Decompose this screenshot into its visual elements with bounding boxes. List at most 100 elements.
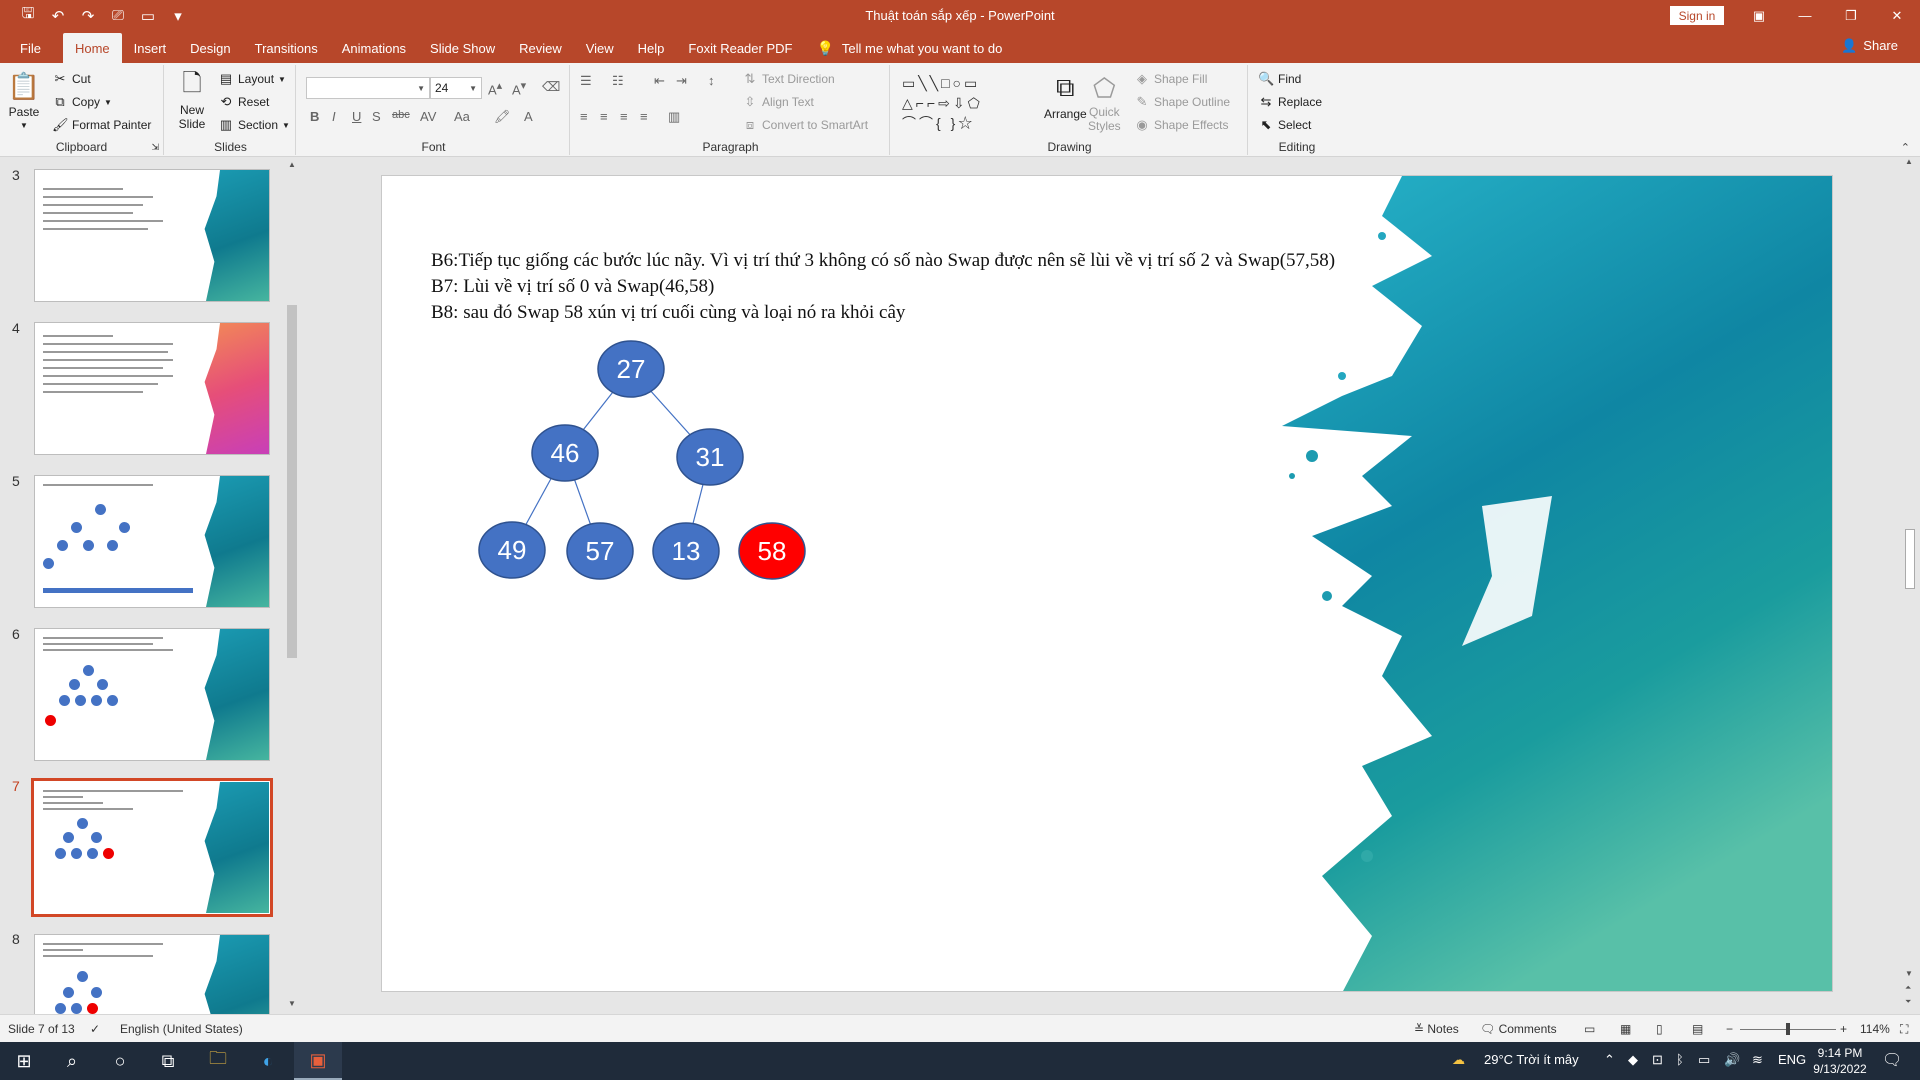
scroll-up-icon[interactable]: ▲ bbox=[286, 160, 298, 172]
ribbon-display-icon[interactable]: ▣ bbox=[1736, 0, 1782, 31]
text-shadow-icon[interactable]: S bbox=[372, 109, 381, 124]
zoom-slider-thumb[interactable] bbox=[1786, 1023, 1790, 1035]
font-color-icon[interactable]: A bbox=[524, 109, 533, 124]
slide-thumbnail[interactable] bbox=[34, 475, 270, 608]
justify-icon[interactable]: ≡ bbox=[640, 109, 648, 124]
scrollbar-thumb[interactable] bbox=[1905, 529, 1915, 589]
underline-icon[interactable]: U bbox=[352, 109, 361, 124]
thumbnail-scrollbar[interactable]: ▲ ▼ bbox=[286, 160, 298, 1011]
paste-button[interactable]: 📋 Paste ▼ bbox=[8, 69, 40, 131]
slide-scrollbar[interactable]: ▲ ▼ ⏶ ⏷ bbox=[1902, 157, 1918, 1014]
tab-file[interactable]: File bbox=[8, 33, 53, 63]
slide-thumbnail[interactable] bbox=[34, 169, 270, 302]
show-hidden-icons-icon[interactable]: ⌃ bbox=[1604, 1052, 1615, 1068]
slideshow-view-icon[interactable]: ▤ bbox=[1692, 1022, 1703, 1036]
language-indicator[interactable]: English (United States) bbox=[120, 1022, 243, 1036]
shape-effects-button[interactable]: ◉ Shape Effects bbox=[1134, 117, 1228, 133]
tab-view[interactable]: View bbox=[574, 33, 626, 63]
customize-qat-icon[interactable]: ▾ bbox=[164, 3, 192, 29]
scroll-up-icon[interactable]: ▲ bbox=[1905, 157, 1913, 166]
file-explorer-icon[interactable]: 🗀 bbox=[194, 1042, 242, 1080]
convert-smartart-button[interactable]: ⧈ Convert to SmartArt bbox=[742, 117, 868, 133]
zoom-level[interactable]: 114% bbox=[1860, 1022, 1890, 1036]
slide-thumbnail-selected[interactable] bbox=[31, 778, 273, 917]
cut-button[interactable]: ✂ Cut bbox=[52, 71, 91, 87]
zoom-in-icon[interactable]: + bbox=[1840, 1022, 1847, 1036]
start-from-beginning-icon[interactable]: ⎚ bbox=[104, 3, 132, 29]
change-case-icon[interactable]: Aa bbox=[454, 109, 470, 124]
numbering-icon[interactable]: ☷ bbox=[612, 73, 624, 89]
text-direction-button[interactable]: ⇅ Text Direction bbox=[742, 71, 835, 87]
minimize-button[interactable]: — bbox=[1782, 0, 1828, 31]
maximize-button[interactable]: ❐ bbox=[1828, 0, 1874, 31]
shapes-gallery[interactable]: ▭╲╲□○▭ △⌐⌐⇨⇩⬠ ⌒⌒{ }☆ bbox=[902, 73, 1032, 137]
clock[interactable]: 9:14 PM 9/13/2022 bbox=[1812, 1045, 1868, 1077]
weather-text[interactable]: 29°C Trời ít mây bbox=[1484, 1052, 1579, 1067]
arrange-button[interactable]: ⧉ Arrange bbox=[1044, 71, 1087, 121]
find-button[interactable]: 🔍 Find bbox=[1258, 71, 1301, 87]
reading-view-icon[interactable]: ▯ bbox=[1656, 1022, 1663, 1036]
tab-home[interactable]: Home bbox=[62, 33, 122, 63]
wifi-icon[interactable]: ≋ bbox=[1752, 1052, 1763, 1068]
tab-help[interactable]: Help bbox=[626, 33, 677, 63]
notifications-icon[interactable]: 🗨 bbox=[1882, 1050, 1902, 1070]
task-view-icon[interactable]: ⧉ bbox=[144, 1042, 192, 1080]
increase-font-size-icon[interactable]: A▴ bbox=[488, 79, 502, 97]
bullets-icon[interactable]: ☰ bbox=[580, 73, 592, 89]
dialog-launcher-icon[interactable]: ⇲ bbox=[151, 142, 159, 153]
increase-indent-icon[interactable]: ⇥ bbox=[676, 73, 687, 89]
tab-transitions[interactable]: Transitions bbox=[243, 33, 330, 63]
slide[interactable]: B6:Tiếp tục giống các bước lúc nãy. Vì v… bbox=[381, 175, 1833, 992]
clear-formatting-icon[interactable]: ⌫ bbox=[542, 79, 560, 95]
next-slide-icon[interactable]: ⏷ bbox=[1905, 997, 1911, 1007]
strikethrough-icon[interactable]: abc bbox=[392, 109, 410, 121]
edge-browser-icon[interactable]: ◐ bbox=[244, 1042, 292, 1080]
line-spacing-icon[interactable]: ↕ bbox=[708, 73, 715, 88]
slide-sorter-icon[interactable]: ▦ bbox=[1620, 1022, 1631, 1036]
comments-button[interactable]: 🗨 Comments bbox=[1480, 1022, 1557, 1036]
select-button[interactable]: ⬉ Select bbox=[1258, 117, 1312, 133]
shape-fill-button[interactable]: ◈ Shape Fill bbox=[1134, 71, 1207, 87]
highlight-icon[interactable]: 🖍 bbox=[494, 109, 511, 125]
scroll-down-icon[interactable]: ▼ bbox=[1905, 969, 1913, 978]
sign-in-button[interactable]: Sign in bbox=[1670, 6, 1724, 25]
close-button[interactable]: ✕ bbox=[1874, 0, 1920, 31]
tab-foxit-reader-pdf[interactable]: Foxit Reader PDF bbox=[676, 33, 804, 63]
battery-icon[interactable]: ▭ bbox=[1698, 1052, 1710, 1068]
input-language[interactable]: ENG bbox=[1778, 1052, 1806, 1067]
weather-icon[interactable]: ☁ bbox=[1452, 1052, 1465, 1068]
network-adapter-icon[interactable]: ⊡ bbox=[1652, 1052, 1663, 1068]
nvidia-icon[interactable]: ◆ bbox=[1628, 1052, 1638, 1068]
cortana-icon[interactable]: ○ bbox=[96, 1042, 144, 1080]
normal-view-icon[interactable]: ▭ bbox=[1584, 1022, 1595, 1036]
layout-button[interactable]: ▤ Layout ▼ bbox=[218, 71, 286, 87]
character-spacing-icon[interactable]: AV bbox=[420, 109, 436, 124]
share-button[interactable]: 👤 Share bbox=[1841, 38, 1898, 54]
bluetooth-icon[interactable]: ᛒ bbox=[1676, 1052, 1684, 1067]
new-slide-button[interactable]: 🗋 New Slide bbox=[176, 69, 208, 132]
copy-button[interactable]: ⧉ Copy ▼ bbox=[52, 94, 112, 110]
tab-design[interactable]: Design bbox=[178, 33, 242, 63]
redo-icon[interactable]: ↷ bbox=[74, 3, 102, 29]
spelling-check-icon[interactable]: ✓ bbox=[90, 1022, 100, 1036]
replace-button[interactable]: ⇆ Replace bbox=[1258, 94, 1322, 110]
decrease-font-size-icon[interactable]: A▾ bbox=[512, 79, 526, 97]
previous-slide-icon[interactable]: ⏶ bbox=[1905, 983, 1911, 993]
shape-outline-button[interactable]: ✎ Shape Outline bbox=[1134, 94, 1231, 110]
font-name-combo[interactable]: ▼ bbox=[306, 77, 430, 99]
tab-animations[interactable]: Animations bbox=[330, 33, 418, 63]
align-left-icon[interactable]: ≡ bbox=[580, 109, 588, 124]
slide-thumbnail[interactable] bbox=[34, 322, 270, 455]
search-icon[interactable]: ⌕ bbox=[48, 1042, 96, 1080]
align-right-icon[interactable]: ≡ bbox=[620, 109, 628, 124]
scroll-down-icon[interactable]: ▼ bbox=[286, 999, 298, 1011]
zoom-out-icon[interactable]: − bbox=[1726, 1022, 1733, 1036]
collapse-ribbon-icon[interactable]: ⌃ bbox=[1901, 141, 1910, 154]
tab-review[interactable]: Review bbox=[507, 33, 574, 63]
tab-insert[interactable]: Insert bbox=[122, 33, 179, 63]
columns-icon[interactable]: ▥ bbox=[668, 109, 680, 125]
quick-styles-button[interactable]: ⬠ Quick Styles bbox=[1088, 71, 1121, 134]
volume-icon[interactable]: 🔊 bbox=[1724, 1052, 1740, 1068]
format-painter-button[interactable]: 🖌 Format Painter bbox=[52, 117, 151, 133]
notes-button[interactable]: ≚ Notes bbox=[1414, 1022, 1459, 1036]
